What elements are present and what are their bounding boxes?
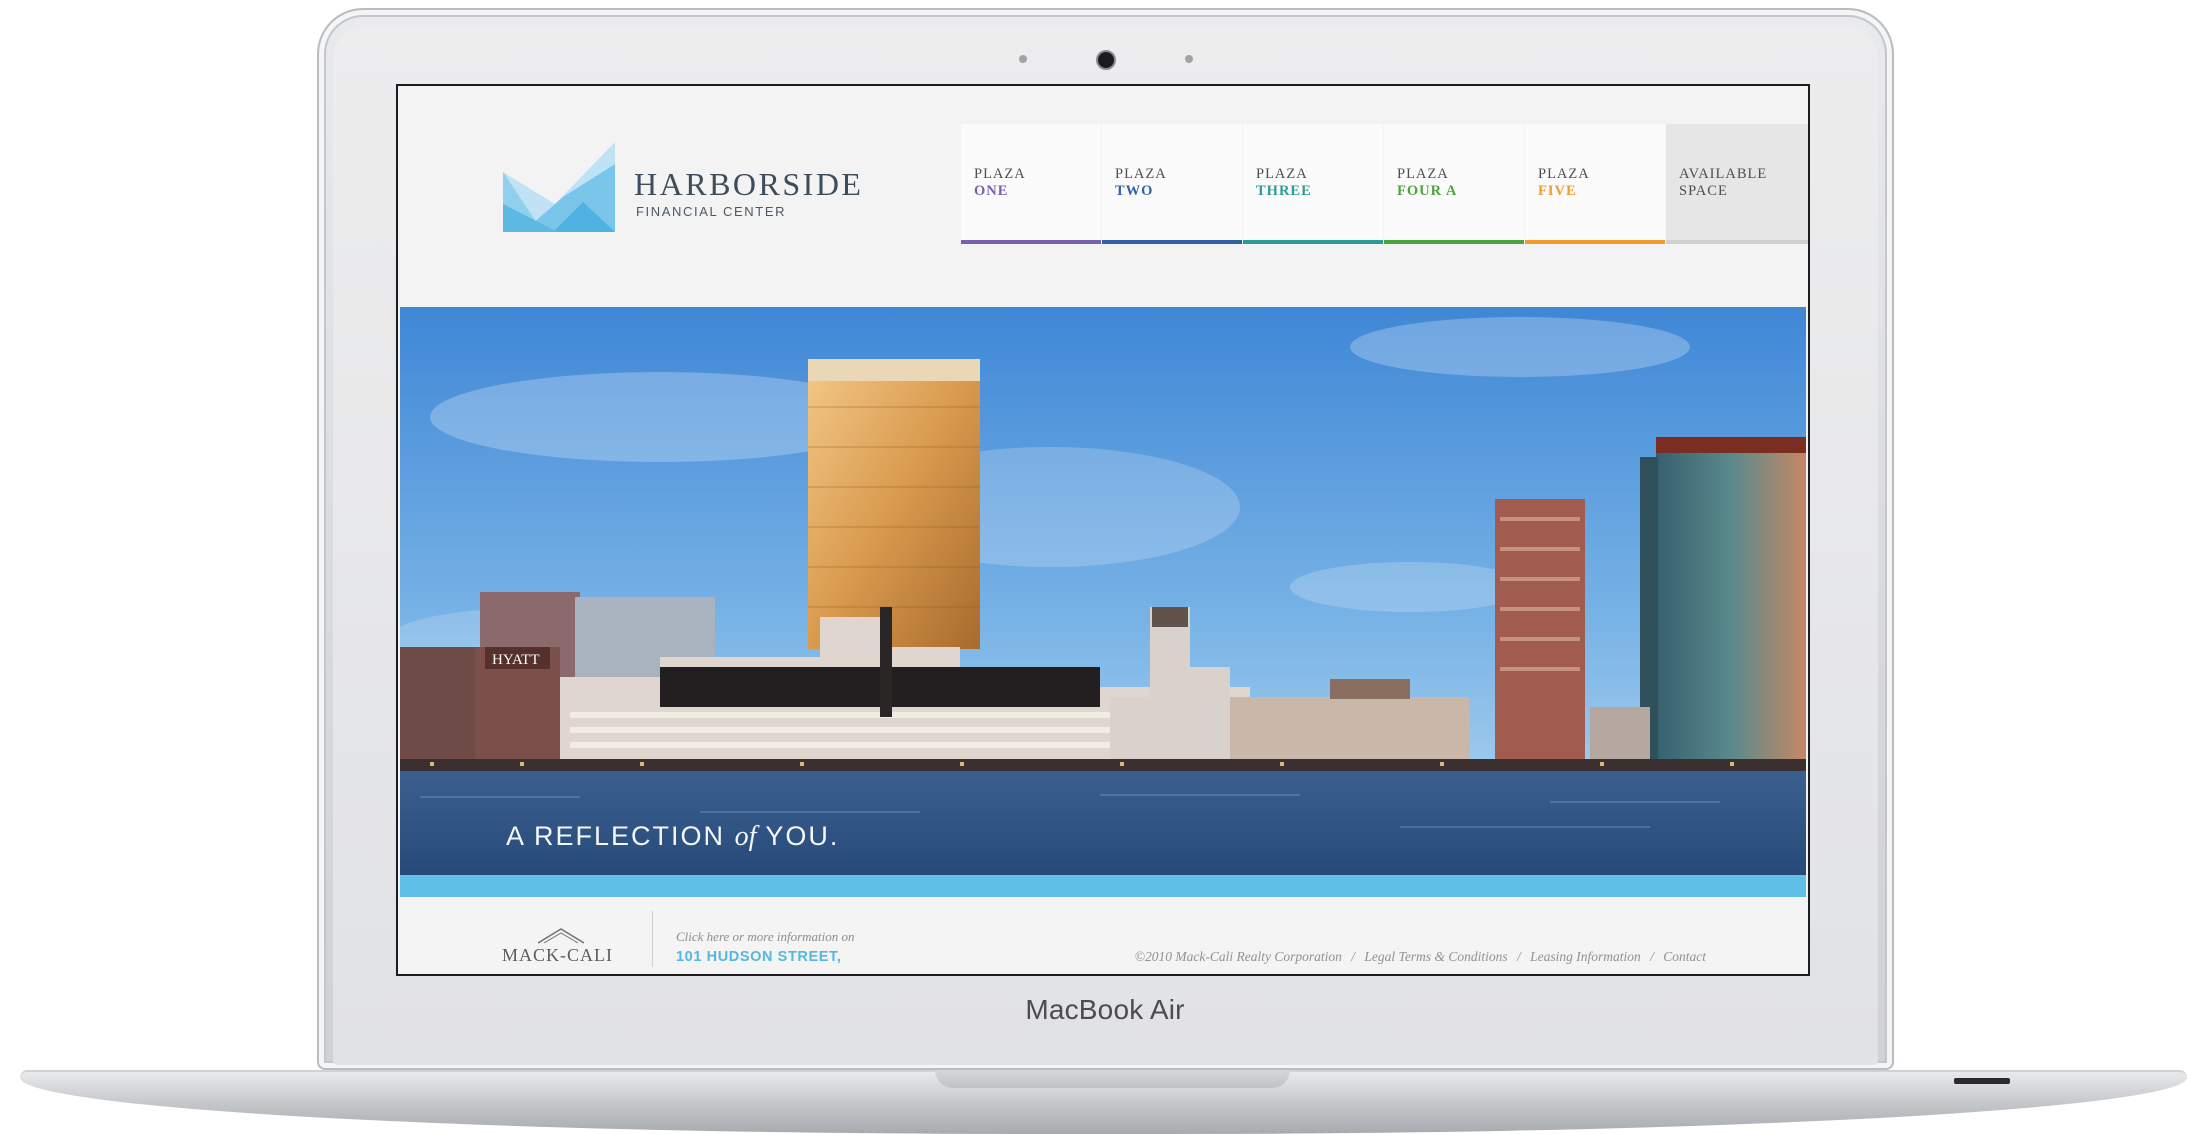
- harborside-logo-icon[interactable]: [503, 142, 615, 232]
- logo-subtitle: FINANCIAL CENTER: [636, 204, 787, 219]
- nav-tab-line2: FIVE: [1538, 183, 1577, 199]
- nav-tab-line2: THREE: [1256, 183, 1312, 199]
- footer-hint: Click here or more information on: [676, 929, 855, 944]
- nav-tab-plaza-four-a[interactable]: PLAZA FOUR A: [1384, 124, 1524, 244]
- sensor-dot: [1185, 55, 1193, 63]
- logo-title[interactable]: HARBORSIDE: [634, 166, 863, 203]
- mack-cali-logo[interactable]: MACK-CALI: [502, 945, 613, 966]
- tagline-start: A REFLECTION: [506, 821, 726, 851]
- nav-tab-available-space[interactable]: AVAILABLE SPACE: [1666, 124, 1808, 244]
- lid-notch: [935, 1070, 1290, 1088]
- nav-tab-plaza-one[interactable]: PLAZA ONE: [961, 124, 1101, 244]
- microphone-dot: [1019, 55, 1027, 63]
- sleep-indicator: [1954, 1078, 2010, 1084]
- hero-tagline: A REFLECTION of YOU.: [506, 821, 839, 853]
- nav-tab-line1: PLAZA: [974, 166, 1026, 182]
- nav-tab-line2: ONE: [974, 183, 1009, 199]
- hero-accent-strip: [400, 875, 1806, 897]
- copyright-text: ©2010 Mack-Cali Realty Corporation: [1134, 949, 1342, 964]
- footer-separator: /: [1516, 949, 1521, 964]
- nav-tab-line2: TWO: [1115, 183, 1154, 199]
- footer-property-link[interactable]: 101 HUDSON STREET,: [676, 949, 842, 965]
- hero-banner[interactable]: HYATT A REFLECTION of YOU.: [400, 307, 1806, 875]
- svg-text:HYATT: HYATT: [492, 652, 540, 668]
- nav-tab-plaza-five[interactable]: PLAZA FIVE: [1525, 124, 1665, 244]
- leasing-info-link[interactable]: Leasing Information: [1530, 949, 1641, 964]
- tagline-of: of: [734, 821, 757, 852]
- legal-terms-link[interactable]: Legal Terms & Conditions: [1364, 949, 1507, 964]
- footer-legal-links: ©2010 Mack-Cali Realty Corporation / Leg…: [1135, 949, 1706, 965]
- website-screen: HARBORSIDE FINANCIAL CENTER PLAZA ONE PL…: [398, 86, 1808, 974]
- nav-tab-plaza-two[interactable]: PLAZA TWO: [1102, 124, 1242, 244]
- nav-tab-line1: AVAILABLE: [1679, 166, 1768, 182]
- tagline-end: YOU.: [765, 821, 840, 851]
- plaza-nav: PLAZA ONE PLAZA TWO PLAZA THREE PLAZA FO…: [961, 124, 1808, 248]
- device-label: MacBook Air: [1025, 994, 1185, 1025]
- nav-tab-plaza-three[interactable]: PLAZA THREE: [1243, 124, 1383, 244]
- mack-cali-roof-icon: [538, 928, 584, 944]
- camera-icon: [1096, 50, 1116, 70]
- nav-tab-line2: SPACE: [1679, 183, 1728, 199]
- site-footer: MACK-CALI Click here or more information…: [398, 897, 1808, 974]
- nav-tab-line1: PLAZA: [1538, 166, 1590, 182]
- skyline-photo: HYATT: [400, 307, 1806, 875]
- footer-separator: /: [1650, 949, 1654, 964]
- nav-tab-line1: PLAZA: [1115, 166, 1167, 182]
- footer-divider: [652, 911, 653, 967]
- nav-tab-line1: PLAZA: [1397, 166, 1449, 182]
- nav-tab-line2: FOUR A: [1397, 183, 1458, 199]
- site-header: HARBORSIDE FINANCIAL CENTER PLAZA ONE PL…: [398, 86, 1808, 306]
- footer-separator: /: [1351, 949, 1356, 964]
- nav-tab-line1: PLAZA: [1256, 166, 1308, 182]
- contact-link[interactable]: Contact: [1663, 949, 1706, 964]
